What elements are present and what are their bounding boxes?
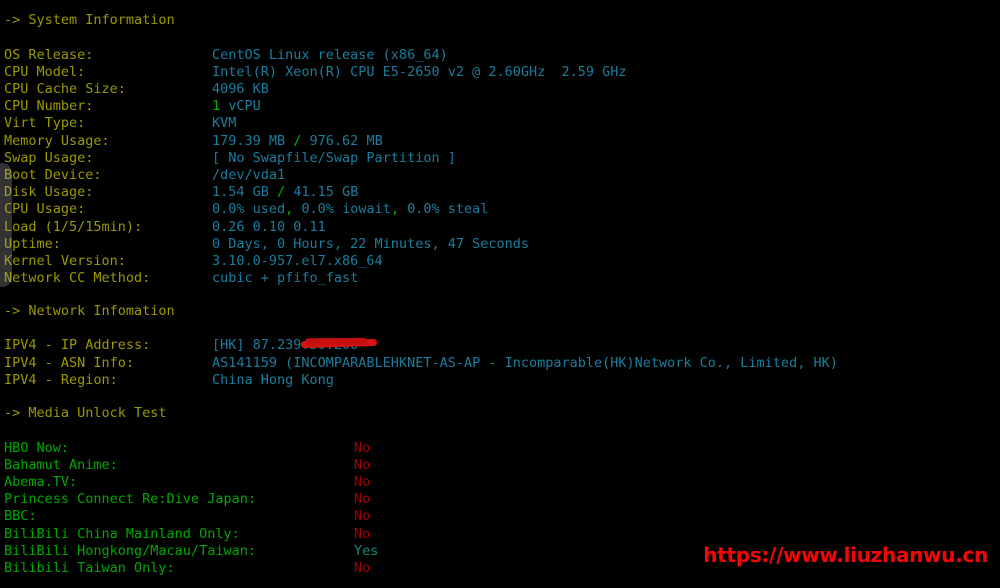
row-virt-type: Virt Type: KVM [4,115,236,132]
row-uptime: Uptime: 0 Days, 0 Hours, 22 Minutes, 47 S… [4,236,529,253]
value-network-cc-method: cubic + pfifo_fast [212,270,359,286]
label-cpu-model: CPU Model: [4,64,86,80]
section-header-network: -> Network Infomation [4,303,175,319]
result-media-bilibili-hkmotw: Yes [354,543,379,559]
value-swap-usage: [ No Swapfile/Swap Partition ] [212,150,456,166]
value-cpu-model: Intel(R) Xeon(R) CPU E5-2650 v2 @ 2.60GH… [212,64,627,80]
result-media-princess-connect: No [354,491,371,507]
label-ipv4-address: IPV4 - IP Address: [4,337,151,353]
value-cpu-comma-2: , [390,201,399,217]
label-media-bilibili-taiwan: Bilibili Taiwan Only: [4,560,175,576]
row-kernel-version: Kernel Version: 3.10.0-957.el7.x86_64 [4,253,383,270]
value-virt-type: KVM [212,115,237,131]
label-boot-device: Boot Device: [4,167,102,183]
value-ipv4-address: [HK] 87.239.50.200 [212,337,359,353]
value-load-average: 0.26 0.10 0.11 [212,219,326,235]
value-boot-device: /dev/vda1 [212,167,286,183]
value-uptime: 0 Days, 0 Hours, 22 Minutes, 47 Seconds [212,236,529,252]
value-memory-used: 179.39 MB [212,133,286,149]
row-memory-usage: Memory Usage: 179.39 MB / 976.62 MB [4,133,383,150]
row-media-princess-connect: Princess Connect Re:Dive Japan: No [4,491,370,508]
result-media-bilibili-taiwan: No [354,560,371,576]
watermark-url: https://www.liuzhanwu.cn [703,543,988,567]
label-media-abema-tv: Abema.TV: [4,474,78,490]
value-cpu-cache-size: 4096 KB [212,81,269,97]
label-media-hbo-now: HBO Now: [4,440,70,456]
label-virt-type: Virt Type: [4,115,86,131]
label-load-average: Load (1/5/15min): [4,219,143,235]
value-cpu-unit: vCPU [220,98,261,114]
row-media-hbo-now: HBO Now: No [4,440,370,457]
section-header-media: -> Media Unlock Test [4,405,167,421]
label-cpu-usage: CPU Usage: [4,201,86,217]
row-media-abema-tv: Abema.TV: No [4,474,370,491]
value-cpu-count: 1 [212,98,221,114]
row-disk-usage: Disk Usage: 1.54 GB / 41.15 GB [4,184,358,201]
label-kernel-version: Kernel Version: [4,253,126,269]
value-memory-total: 976.62 MB [309,133,383,149]
result-media-abema-tv: No [354,474,371,490]
section-header-system: -> System Information [4,12,175,28]
label-disk-usage: Disk Usage: [4,184,94,200]
label-cpu-cache-size: CPU Cache Size: [4,81,126,97]
row-ipv4-asn: IPV4 - ASN Info: AS141159 (INCOMPARABLEHK… [4,355,838,372]
value-cpu-iowait: 0.0% iowait [293,201,391,217]
value-disk-total: 41.15 GB [293,184,359,200]
result-media-bilibili-mainland: No [354,526,371,542]
label-network-cc-method: Network CC Method: [4,270,151,286]
row-media-bilibili-hkmotw: BiliBili Hongkong/Macau/Taiwan: Yes [4,543,378,560]
row-media-bbc: BBC: No [4,508,370,525]
result-media-bbc: No [354,508,371,524]
label-ipv4-region: IPV4 - Region: [4,372,118,388]
label-cpu-number: CPU Number: [4,98,94,114]
label-uptime: Uptime: [4,236,61,252]
row-network-cc-method: Network CC Method: cubic + pfifo_fast [4,270,358,287]
value-disk-used: 1.54 GB [212,184,269,200]
label-media-bahamut-anime: Bahamut Anime: [4,457,118,473]
row-swap-usage: Swap Usage: [ No Swapfile/Swap Partition … [4,150,456,167]
row-media-bilibili-mainland: BiliBili China Mainland Only: No [4,526,370,543]
row-cpu-usage: CPU Usage: 0.0% used, 0.0% iowait, 0.0% s… [4,201,488,218]
row-media-bahamut-anime: Bahamut Anime: No [4,457,370,474]
result-media-bahamut-anime: No [354,457,371,473]
label-media-bbc: BBC: [4,508,37,524]
row-boot-device: Boot Device: /dev/vda1 [4,167,285,184]
row-load-average: Load (1/5/15min): 0.26 0.10 0.11 [4,219,326,236]
row-cpu-number: CPU Number: 1 vCPU [4,98,261,115]
value-ipv4-region: China Hong Kong [212,372,334,388]
row-os-release: OS Release: CentOS Linux release (x86_64) [4,47,448,64]
value-ipv4-asn: AS141159 (INCOMPARABLEHKNET-AS-AP - Inco… [212,355,838,371]
terminal-window: -> System Information OS Release: CentOS … [0,0,1000,588]
label-ipv4-asn: IPV4 - ASN Info: [4,355,135,371]
value-memory-separator: / [285,133,310,149]
result-media-hbo-now: No [354,440,371,456]
row-ipv4-region: IPV4 - Region: China Hong Kong [4,372,334,389]
row-media-bilibili-taiwan: Bilibili Taiwan Only: No [4,560,370,577]
row-cpu-model: CPU Model: Intel(R) Xeon(R) CPU E5-2650 v… [4,64,627,81]
value-kernel-version: 3.10.0-957.el7.x86_64 [212,253,383,269]
label-media-bilibili-mainland: BiliBili China Mainland Only: [4,526,240,542]
label-swap-usage: Swap Usage: [4,150,94,166]
label-os-release: OS Release: [4,47,94,63]
label-media-bilibili-hkmotw: BiliBili Hongkong/Macau/Taiwan: [4,543,256,559]
row-ipv4-address: IPV4 - IP Address: [HK] 87.239.50.200 [4,337,358,354]
label-memory-usage: Memory Usage: [4,133,110,149]
value-disk-separator: / [268,184,294,200]
value-cpu-used: 0.0% used [212,201,286,217]
value-os-release: CentOS Linux release (x86_64) [212,47,448,63]
value-cpu-steal: 0.0% steal [398,201,489,217]
row-cpu-cache-size: CPU Cache Size: 4096 KB [4,81,269,98]
label-media-princess-connect: Princess Connect Re:Dive Japan: [4,491,256,507]
